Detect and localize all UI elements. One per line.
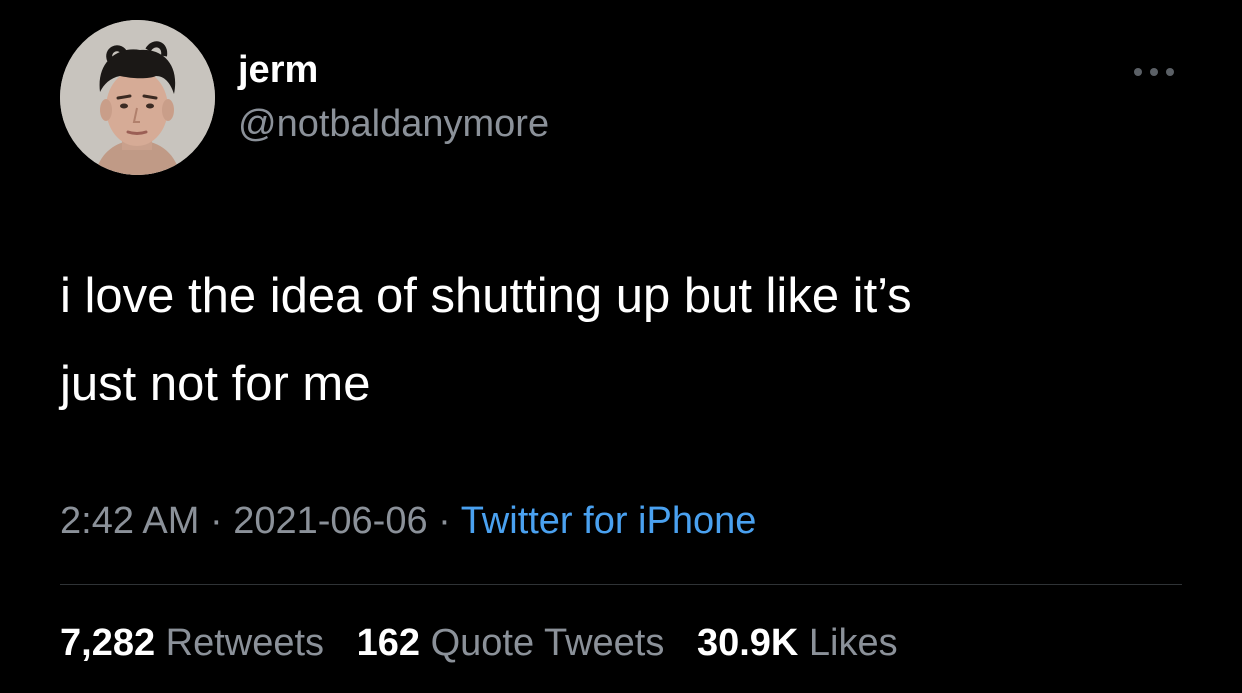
retweets-stat[interactable]: 7,282 Retweets: [60, 620, 324, 666]
quotes-count: 162: [356, 622, 421, 664]
more-horizontal-icon[interactable]: [1130, 62, 1178, 82]
author-name[interactable]: jerm: [238, 48, 318, 92]
tweet-time[interactable]: 2:42 AM: [60, 500, 199, 542]
tweet-stats: 7,282 Retweets 162 Quote Tweets 30.9K Li…: [60, 620, 920, 666]
likes-count: 30.9K: [696, 622, 799, 664]
avatar[interactable]: [60, 20, 215, 175]
tweet-text-line: i love the idea of shutting up but like …: [60, 269, 912, 323]
retweets-label: Retweets: [165, 622, 325, 664]
tweet-source-link[interactable]: Twitter for iPhone: [461, 500, 757, 542]
likes-stat[interactable]: 30.9K Likes: [697, 620, 898, 666]
tweet-meta: 2:42 AM · 2021-06-06 · Twitter for iPhon…: [60, 498, 756, 544]
divider: [60, 584, 1182, 585]
avatar-image: [60, 20, 215, 175]
author-handle[interactable]: @notbaldanymore: [238, 102, 549, 146]
tweet-text: i love the idea of shutting up but like …: [60, 252, 1200, 428]
tweet-text-line: just not for me: [60, 357, 371, 411]
tweet-date[interactable]: 2021-06-06: [233, 500, 427, 542]
quotes-label: Quote Tweets: [430, 622, 665, 664]
meta-separator: ·: [427, 500, 461, 542]
meta-separator: ·: [199, 500, 234, 542]
retweets-count: 7,282: [60, 622, 156, 664]
quote-tweets-stat[interactable]: 162 Quote Tweets: [357, 620, 665, 666]
likes-label: Likes: [808, 622, 898, 664]
tweet-card: jerm @notbaldanymore i love the idea of …: [0, 0, 1242, 693]
